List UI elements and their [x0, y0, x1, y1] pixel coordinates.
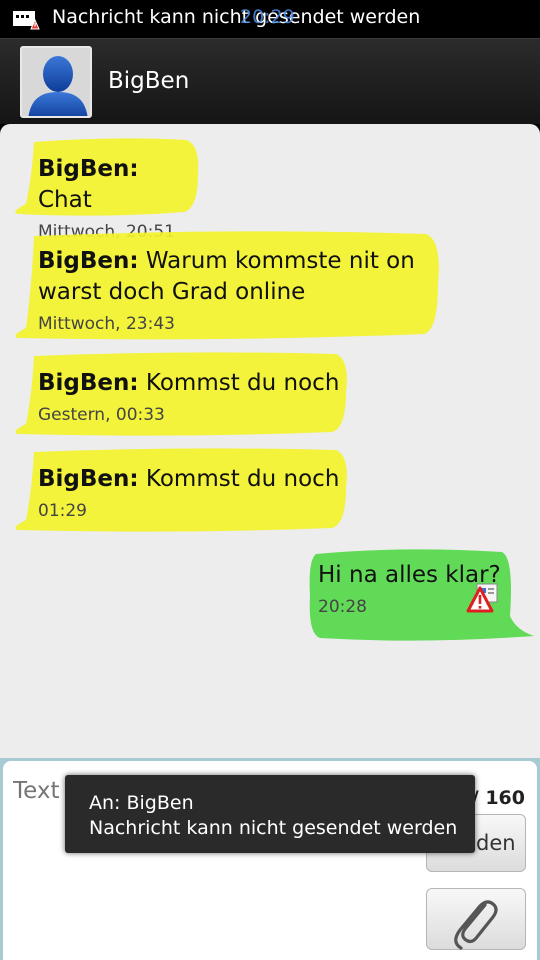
message-bubble-incoming[interactable]: BigBen: Kommst du noch Gestern, 00:33 [6, 350, 350, 436]
message-bubble-incoming[interactable]: BigBen: Kommst du noch 01:29 [6, 446, 350, 532]
message-list[interactable]: BigBen: Chat Mittwoch, 20:51 BigBen: War… [0, 124, 540, 758]
message-timestamp: Mittwoch, 23:43 [38, 314, 175, 334]
sms-failed-warning-icon [13, 11, 40, 30]
conversation-header: BigBen [0, 38, 540, 124]
paperclip-icon [454, 900, 498, 950]
contact-name: BigBen [108, 68, 190, 94]
status-clock: 20:29 [240, 6, 295, 28]
contact-avatar[interactable] [20, 46, 92, 118]
toast-notification: An: BigBen Nachricht kann nicht gesendet… [65, 775, 475, 853]
message-text: Chat [38, 187, 92, 213]
message-text: Kommst du noch [145, 466, 340, 492]
message-text: warst doch Grad online [38, 279, 306, 305]
message-bubble-incoming[interactable]: BigBen: Warum kommste nit on warst doch … [6, 228, 442, 340]
send-failed-warning-icon[interactable] [466, 580, 500, 614]
status-notification-text: Nachricht kann nicht gesendet werden [52, 6, 421, 28]
character-counter: / 160 [471, 787, 525, 809]
message-sender: BigBen: [38, 248, 139, 274]
message-bubble-outgoing[interactable]: Hi na alles klar? 20:28 [302, 546, 536, 642]
message-text: Warum kommste nit on [145, 248, 415, 274]
status-bar: Nachricht kann nicht gesendet werden 20:… [0, 0, 540, 38]
message-bubble-incoming[interactable]: BigBen: Chat Mittwoch, 20:51 [6, 136, 202, 242]
message-text: Kommst du noch [145, 370, 340, 396]
toast-recipient: An: BigBen [89, 792, 194, 814]
message-sender: BigBen: [38, 370, 139, 396]
attach-button[interactable] [426, 888, 526, 950]
message-timestamp: Gestern, 00:33 [38, 405, 165, 425]
person-silhouette-icon [22, 48, 90, 116]
toast-message: Nachricht kann nicht gesendet werden [89, 817, 458, 839]
message-sender: BigBen: [38, 156, 139, 182]
message-timestamp: 01:29 [38, 501, 87, 521]
message-sender: BigBen: [38, 466, 139, 492]
